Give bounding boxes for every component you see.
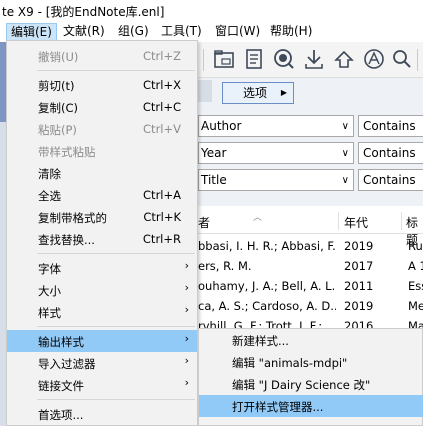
options-button[interactable]: 选项 ▶ — [222, 82, 294, 104]
submenu-arrow-icon: › — [184, 376, 189, 389]
menu-item-undo[interactable]: 撤销(U) Ctrl+Z — [7, 45, 197, 67]
submenu-arrow-icon: › — [184, 303, 189, 316]
title-bar: te X9 - [我的EndNote库.enl] — [0, 0, 423, 20]
folder-icon[interactable] — [212, 47, 236, 71]
submenu-arrow-icon: › — [184, 354, 189, 367]
menu-item-copy[interactable]: 复制(C) Ctrl+C — [7, 96, 197, 118]
submenu-item-new-style[interactable]: 新建样式... — [199, 329, 423, 351]
acrobat-icon[interactable] — [362, 47, 386, 71]
search-field-select-3[interactable]: Title ∨ — [198, 169, 354, 191]
edit-menu: 撤销(U) Ctrl+Z 剪切(t) Ctrl+X 复制(C) Ctrl+C 粘贴(P… — [6, 40, 198, 426]
toolbar — [198, 42, 423, 78]
menu-item-find-replace[interactable]: 查找替换... Ctrl+R — [7, 228, 197, 250]
table-row[interactable]: ouhamy, J. A.; Bell, A. L.... 2011 Ess — [198, 276, 423, 296]
menu-item-copy-formatted[interactable]: 复制带格式的 Ctrl+K — [7, 206, 197, 228]
menu-bar: 编辑(E) 文献(R) 组(G) 工具(T) 窗口(W) 帮助(H) — [0, 20, 423, 42]
chevron-down-icon: ∨ — [341, 175, 349, 186]
menu-item-preferences[interactable]: 首选项... — [7, 403, 197, 425]
menu-item-paste[interactable]: 粘贴(P) Ctrl+V — [7, 118, 197, 140]
table-row[interactable]: bbasi, I. H. R.; Abbasi, F.; ... 2019 Ru… — [198, 236, 423, 256]
search-field-select-2[interactable]: Year ∨ — [198, 142, 354, 164]
submenu-arrow-icon: › — [184, 332, 189, 345]
menu-item-link-files[interactable]: 链接文件 › — [7, 374, 197, 396]
document-list-icon[interactable] — [242, 47, 266, 71]
submenu-item-edit-j-dairy-science[interactable]: 编辑 "J Dairy Science 改" — [199, 373, 423, 395]
submenu-item-open-style-manager[interactable]: 打开样式管理器... — [199, 395, 423, 417]
chevron-down-icon: ∨ — [341, 148, 349, 159]
search-operator-select-1[interactable]: Contains — [358, 115, 423, 137]
window-title: te X9 - [我的EndNote库.enl] — [2, 5, 165, 19]
search-panel: 选项 ▶ Author ∨ Contains Year ∨ Contains T… — [198, 78, 423, 206]
find-fulltext-icon[interactable] — [390, 47, 414, 71]
submenu-arrow-icon: › — [184, 259, 189, 272]
triangle-right-icon: ▶ — [280, 88, 287, 97]
search-operator-select-2[interactable]: Contains — [358, 142, 423, 164]
search-panel-strip — [198, 80, 212, 102]
upload-icon[interactable] — [332, 47, 356, 71]
menubar-help[interactable]: 帮助(H) — [266, 23, 316, 42]
submenu-arrow-icon: › — [184, 281, 189, 294]
menu-item-clear[interactable]: 清除 — [7, 162, 197, 184]
sort-caret-icon: ︿ — [253, 213, 263, 223]
menu-item-style[interactable]: 样式 › — [7, 301, 197, 323]
options-label: 选项 — [243, 86, 268, 100]
globe-search-icon[interactable] — [272, 47, 296, 71]
menu-item-cut[interactable]: 剪切(t) Ctrl+X — [7, 74, 197, 96]
table-header: ︿ 者 年代 标题 — [198, 206, 423, 247]
menu-item-select-all[interactable]: 全选 Ctrl+A — [7, 184, 197, 206]
chevron-down-icon: ∨ — [341, 121, 349, 132]
table-row[interactable]: ca, A. S.; Cardoso, A. D.... 2019 Me — [198, 296, 423, 316]
menu-item-import-filters[interactable]: 导入过滤器 › — [7, 352, 197, 374]
table-row[interactable]: ers, R. M. 2017 A 1 — [198, 256, 423, 276]
menu-item-paste-with-style[interactable]: 带样式粘贴 — [7, 140, 197, 162]
download-icon[interactable] — [302, 47, 326, 71]
search-operator-select-3[interactable]: Contains — [358, 169, 423, 191]
search-field-select-1[interactable]: Author ∨ — [198, 115, 354, 137]
column-header-year[interactable]: 年代 — [344, 214, 368, 231]
menubar-window[interactable]: 窗口(W) — [211, 23, 264, 42]
submenu-item-edit-animals-mdpi[interactable]: 编辑 "animals-mdpi" — [199, 351, 423, 373]
menu-item-output-styles[interactable]: 输出样式 › — [7, 330, 197, 352]
menu-item-font[interactable]: 字体 › — [7, 257, 197, 279]
column-header-author[interactable]: 者 — [198, 214, 210, 231]
output-styles-submenu: 新建样式... 编辑 "animals-mdpi" 编辑 "J Dairy Sc… — [198, 328, 423, 426]
reference-table: ︿ 者 年代 标题 bbasi, I. H. R.; Abbasi, F.; .… — [198, 206, 423, 336]
menu-item-size[interactable]: 大小 › — [7, 279, 197, 301]
